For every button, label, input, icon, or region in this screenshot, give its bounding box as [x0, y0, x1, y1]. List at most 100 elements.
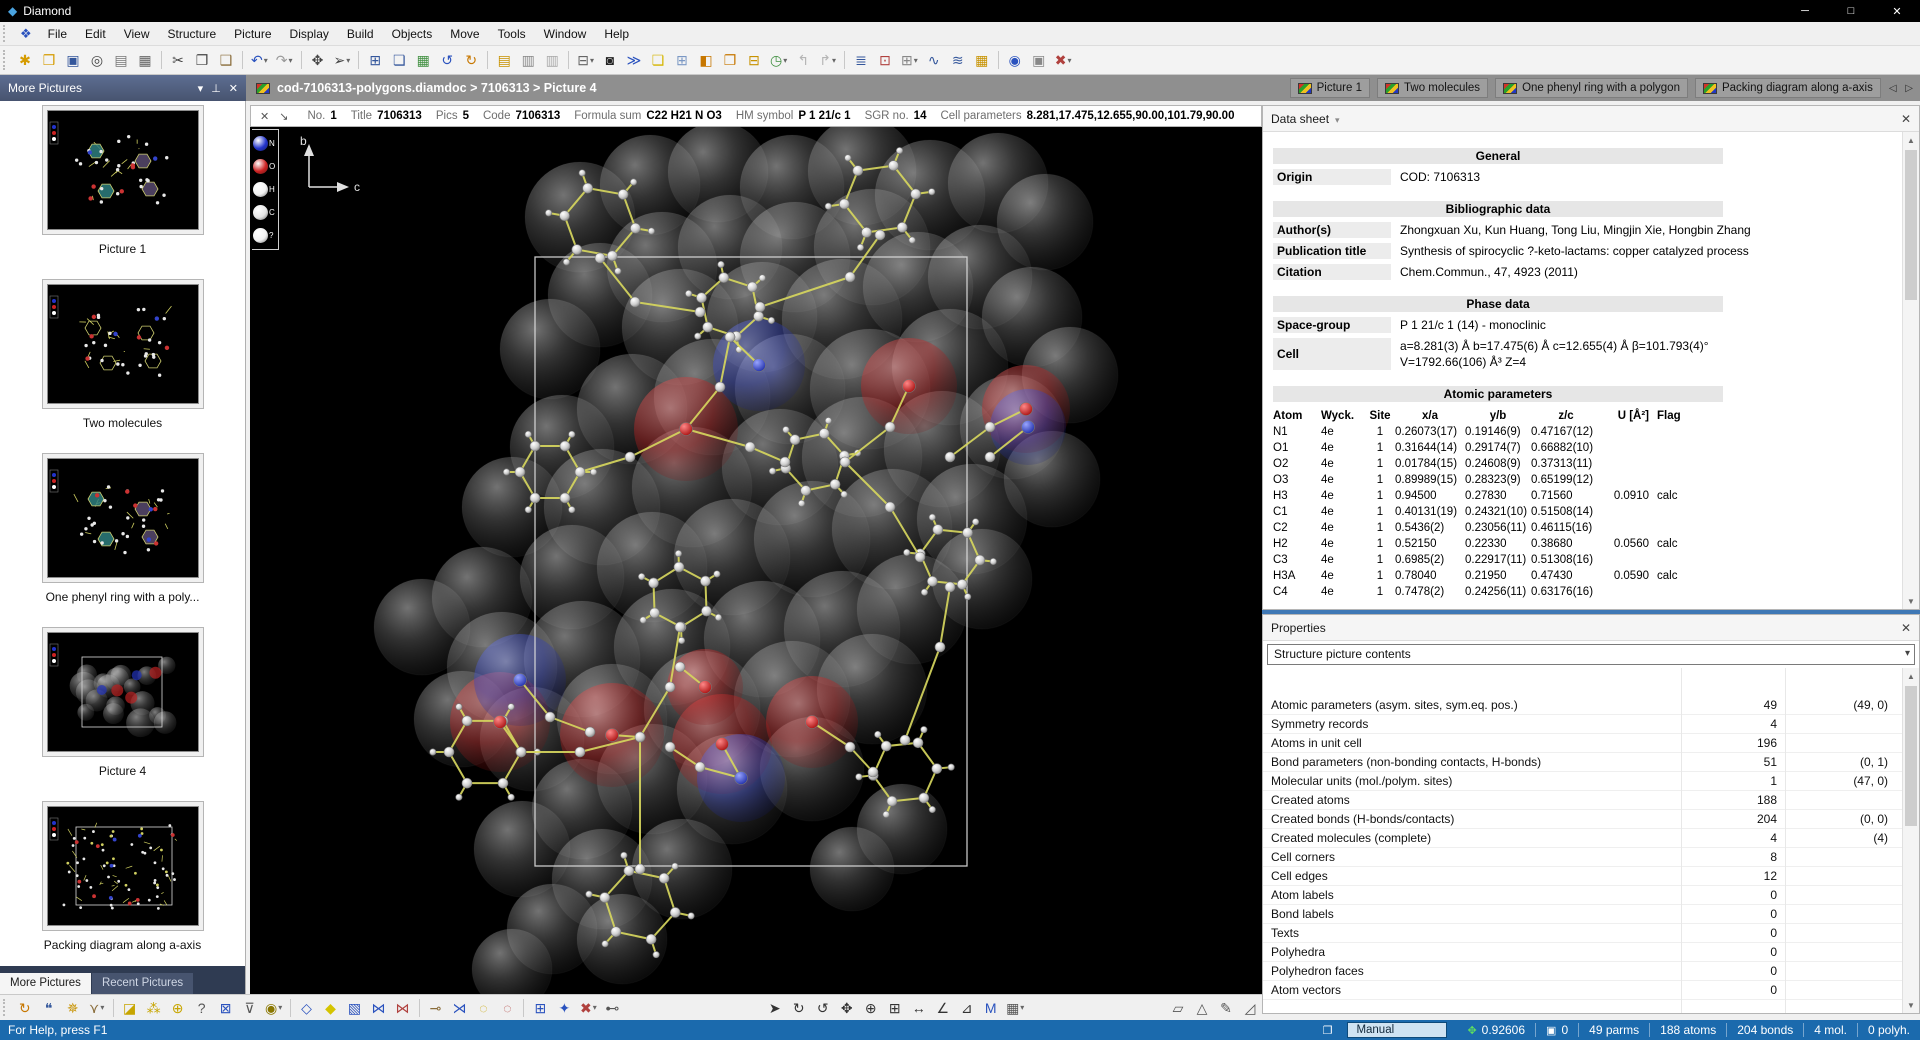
angles-table-button[interactable]: ▥	[541, 49, 563, 71]
scrollbar-thumb[interactable]	[1905, 150, 1917, 300]
data-sheet-toggle-button[interactable]: ▤	[493, 49, 515, 71]
screenshot-button[interactable]: ▣	[1028, 49, 1050, 71]
expand-info-icon[interactable]: ↘	[274, 110, 293, 123]
diffraction-chart-button[interactable]: ≋	[947, 49, 969, 71]
contents-selector[interactable]: Structure picture contents ▾	[1267, 644, 1915, 665]
data-sheet-close-icon[interactable]: ✕	[1901, 112, 1911, 126]
packing-cell-button[interactable]: ▧	[344, 997, 366, 1019]
menu-view[interactable]: View	[115, 24, 159, 44]
property-row[interactable]: Created atoms188	[1263, 791, 1919, 810]
ring-search-yellow-button[interactable]: ◌	[472, 997, 494, 1019]
navigation-pane-button[interactable]: ⊞	[364, 49, 386, 71]
pin-icon[interactable]: ⊥	[211, 82, 221, 95]
copy-picture-button[interactable]: ◧	[695, 49, 717, 71]
zoom-tool-button[interactable]: ⊕	[860, 997, 882, 1019]
property-row[interactable]: Polyhedron faces0	[1263, 962, 1919, 981]
property-row[interactable]: Atomic parameters (asym. sites, sym.eq. …	[1263, 696, 1919, 715]
next-view-button[interactable]: ↱▾	[816, 49, 839, 71]
add-atom-button[interactable]: ⊕	[167, 997, 189, 1019]
dropdown-arrow-icon[interactable]: ▾	[1067, 56, 1071, 65]
distance-tool-button[interactable]: ↔	[908, 997, 930, 1019]
new-picture-button[interactable]: ❏	[647, 49, 669, 71]
sidebar-tab-more-pictures[interactable]: More Pictures	[0, 973, 91, 994]
picture-thumbnail[interactable]: Picture 4	[0, 627, 245, 797]
menu-file[interactable]: File	[39, 24, 76, 44]
panel-menu-icon[interactable]: ▾	[198, 82, 204, 95]
bond-network-button[interactable]: ⋊	[448, 997, 470, 1019]
menu-tools[interactable]: Tools	[489, 24, 535, 44]
data-sheet-scrollbar[interactable]: ▲ ▼	[1902, 132, 1919, 609]
arrange-pictures-button[interactable]: ⊟	[743, 49, 765, 71]
picture-properties-button[interactable]: ▦	[412, 49, 434, 71]
grid-tool-button[interactable]: ▦▾	[1004, 997, 1027, 1019]
report-view-button[interactable]: ≣	[850, 49, 872, 71]
update-picture-button[interactable]: ↻	[460, 49, 482, 71]
remove-bonds-button[interactable]: ✖▾	[577, 997, 599, 1019]
duplicate-picture-button[interactable]: ❐	[719, 49, 741, 71]
next-structure-button[interactable]: ≫	[623, 49, 645, 71]
update-picture-button[interactable]: ↻	[14, 997, 36, 1019]
property-row[interactable]: Bond labels0	[1263, 905, 1919, 924]
pan-mode-button[interactable]: ✥	[307, 49, 329, 71]
dropdown-arrow-icon[interactable]: ▾	[288, 56, 292, 65]
picture-wizard-button[interactable]: ✵	[62, 997, 84, 1019]
picture-thumbnail[interactable]: Packing diagram along a-axis	[0, 801, 245, 966]
new-window-button[interactable]: ❏	[388, 49, 410, 71]
new-document-button[interactable]: ✱	[14, 49, 36, 71]
dropdown-arrow-icon[interactable]: ▾	[100, 1003, 104, 1012]
export-document-button[interactable]: ▤	[110, 49, 132, 71]
scrollbar-thumb[interactable]	[1905, 686, 1917, 826]
cut-button[interactable]: ✂	[167, 49, 189, 71]
property-row[interactable]: Polyhedra0	[1263, 943, 1919, 962]
properties-table-button[interactable]: ▦	[971, 49, 993, 71]
label-tool-button[interactable]: M	[980, 997, 1002, 1019]
menu-window[interactable]: Window	[535, 24, 596, 44]
redo-button[interactable]: ↷▾	[273, 49, 296, 71]
menu-help[interactable]: Help	[595, 24, 638, 44]
picture-tab-3[interactable]: One phenyl ring with a polygon	[1495, 78, 1688, 98]
paste-button[interactable]: ❑	[215, 49, 237, 71]
scroll-up-icon[interactable]: ▲	[1903, 132, 1919, 148]
tools-menu-button[interactable]: ✖▾	[1052, 49, 1075, 71]
spin-tool-button[interactable]: ↺	[812, 997, 834, 1019]
dropdown-arrow-icon[interactable]: ▾	[914, 56, 918, 65]
picture-tab-4[interactable]: Packing diagram along a-axis	[1695, 78, 1881, 98]
connect-atoms-button[interactable]: ⊠	[215, 997, 237, 1019]
undo-button[interactable]: ↶▾	[248, 49, 271, 71]
save-document-button[interactable]: ▣	[62, 49, 84, 71]
coordination-spheres-button[interactable]: ◉▾	[263, 997, 285, 1019]
picture-tab-1[interactable]: Picture 1	[1290, 78, 1370, 98]
picture-tab-2[interactable]: Two molecules	[1377, 78, 1488, 98]
property-row[interactable]: Atom vectors0	[1263, 981, 1919, 1000]
property-row[interactable]: Atoms in unit cell196	[1263, 734, 1919, 753]
scroll-down-icon[interactable]: ▼	[1903, 593, 1919, 609]
close-info-icon[interactable]: ✕	[255, 110, 274, 123]
minimize-button[interactable]: ─	[1782, 0, 1828, 22]
properties-scrollbar[interactable]: ▲ ▼	[1902, 668, 1919, 1013]
structure-viewport[interactable]: bc NOHC?	[250, 127, 1262, 994]
structures-browser-button[interactable]: ◙	[599, 49, 621, 71]
menu-build[interactable]: Build	[338, 24, 383, 44]
sidebar-tab-recent-pictures[interactable]: Recent Pictures	[92, 973, 193, 994]
angle-tool-button[interactable]: ∠	[932, 997, 954, 1019]
ruler-tool-button[interactable]: ▱	[1167, 997, 1189, 1019]
property-row[interactable]: Symmetry records4	[1263, 715, 1919, 734]
properties-close-icon[interactable]: ✕	[1901, 621, 1911, 635]
ring-search-red-button[interactable]: ◌	[496, 997, 518, 1019]
picture-thumbnail[interactable]: One phenyl ring with a poly...	[0, 453, 245, 623]
mode-indicator[interactable]: Manual	[1347, 1022, 1447, 1038]
dropdown-arrow-icon[interactable]: ▾	[278, 1003, 282, 1012]
atom-design-button[interactable]: ?	[191, 997, 213, 1019]
dropdown-arrow-icon[interactable]: ▾	[590, 56, 594, 65]
contacts-on-button[interactable]: ⋈	[368, 997, 390, 1019]
menu-structure[interactable]: Structure	[158, 24, 225, 44]
contacts-off-button[interactable]: ⋈	[392, 997, 414, 1019]
destroy-adjust-button[interactable]: ◪	[119, 997, 141, 1019]
draw-tool-button[interactable]: ✎	[1215, 997, 1237, 1019]
previous-view-button[interactable]: ↰	[792, 49, 814, 71]
restore-picture-button[interactable]: ↺	[436, 49, 458, 71]
picture-thumbnail[interactable]: Picture 1	[0, 105, 245, 275]
polygon-filled-button[interactable]: ◆	[320, 997, 342, 1019]
help-search-button[interactable]: ◉	[1004, 49, 1026, 71]
property-row[interactable]: Texts0	[1263, 924, 1919, 943]
